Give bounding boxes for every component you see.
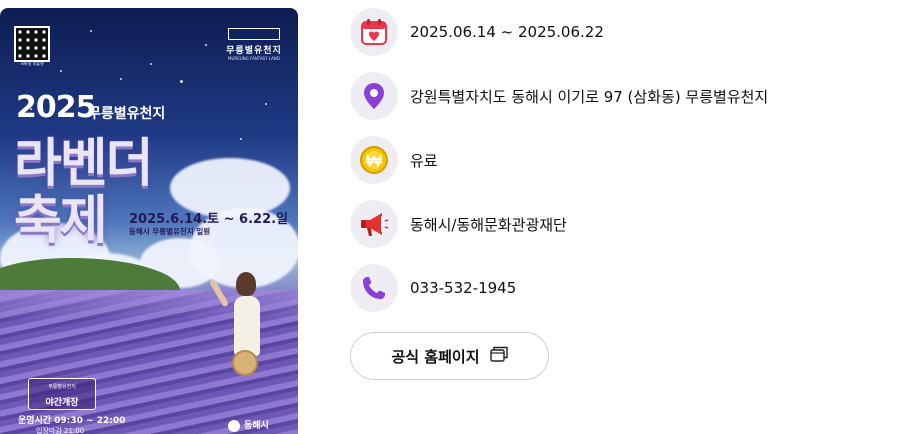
poster-entry-note: 입장마감 21:00 <box>36 427 85 434</box>
festival-poster: 모바일 리플렛 무릉별유천지 MUREUNG FANTASY LAND 2025… <box>0 8 298 434</box>
fee-text: 유료 <box>410 151 438 170</box>
park-logo-name: 무릉별유천지 <box>226 46 282 56</box>
night-badge-small: 무릉별유천지 <box>48 384 76 390</box>
location-pin-icon <box>350 72 398 120</box>
city-logo-text: 동해시 <box>244 421 269 431</box>
homepage-button-label: 공식 홈페이지 <box>391 347 480 366</box>
period-text: 2025.06.14 ~ 2025.06.22 <box>410 23 604 41</box>
won-coin-icon <box>350 136 398 184</box>
phone-icon <box>350 264 398 312</box>
poster-hours: 운영시간 09:30 ~ 22:00 <box>18 416 126 426</box>
address-text: 강원특별자치도 동해시 이기로 97 (삼화동) 무릉별유천지 <box>410 87 769 106</box>
city-logo: 동해시 <box>228 418 269 432</box>
phone-text: 033-532-1945 <box>410 279 517 297</box>
poster-year: 2025 <box>16 90 96 125</box>
girl-figure <box>236 272 256 296</box>
qr-code <box>14 26 50 62</box>
megaphone-icon <box>350 200 398 248</box>
poster-venue: 무릉별유천지 <box>88 106 166 122</box>
calendar-heart-icon <box>350 8 398 56</box>
official-homepage-button[interactable]: 공식 홈페이지 <box>350 332 549 380</box>
poster-title-line2: 축제 <box>14 191 108 251</box>
new-window-icon <box>489 346 508 366</box>
park-logo: 무릉별유천지 MUREUNG FANTASY LAND <box>225 28 283 61</box>
qr-caption: 모바일 리플렛 <box>20 61 44 66</box>
organizer-text: 동해시/동해문화관광재단 <box>410 215 567 234</box>
night-opening-badge: 무릉별유천지 야간개장 <box>28 378 96 410</box>
night-badge-label: 야간개장 <box>45 398 79 408</box>
info-fee: 유료 <box>350 136 438 184</box>
info-phone: 033-532-1945 <box>350 264 516 312</box>
info-period: 2025.06.14 ~ 2025.06.22 <box>350 8 604 56</box>
poster-place: 동해시 무릉별유천지 일원 <box>129 227 211 236</box>
park-logo-sub: MUREUNG FANTASY LAND <box>228 56 280 61</box>
info-address: 강원특별자치도 동해시 이기로 97 (삼화동) 무릉별유천지 <box>350 72 768 120</box>
poster-dates: 2025.6.14.토 ~ 6.22.일 <box>129 212 289 227</box>
info-organizer: 동해시/동해문화관광재단 <box>350 200 567 248</box>
